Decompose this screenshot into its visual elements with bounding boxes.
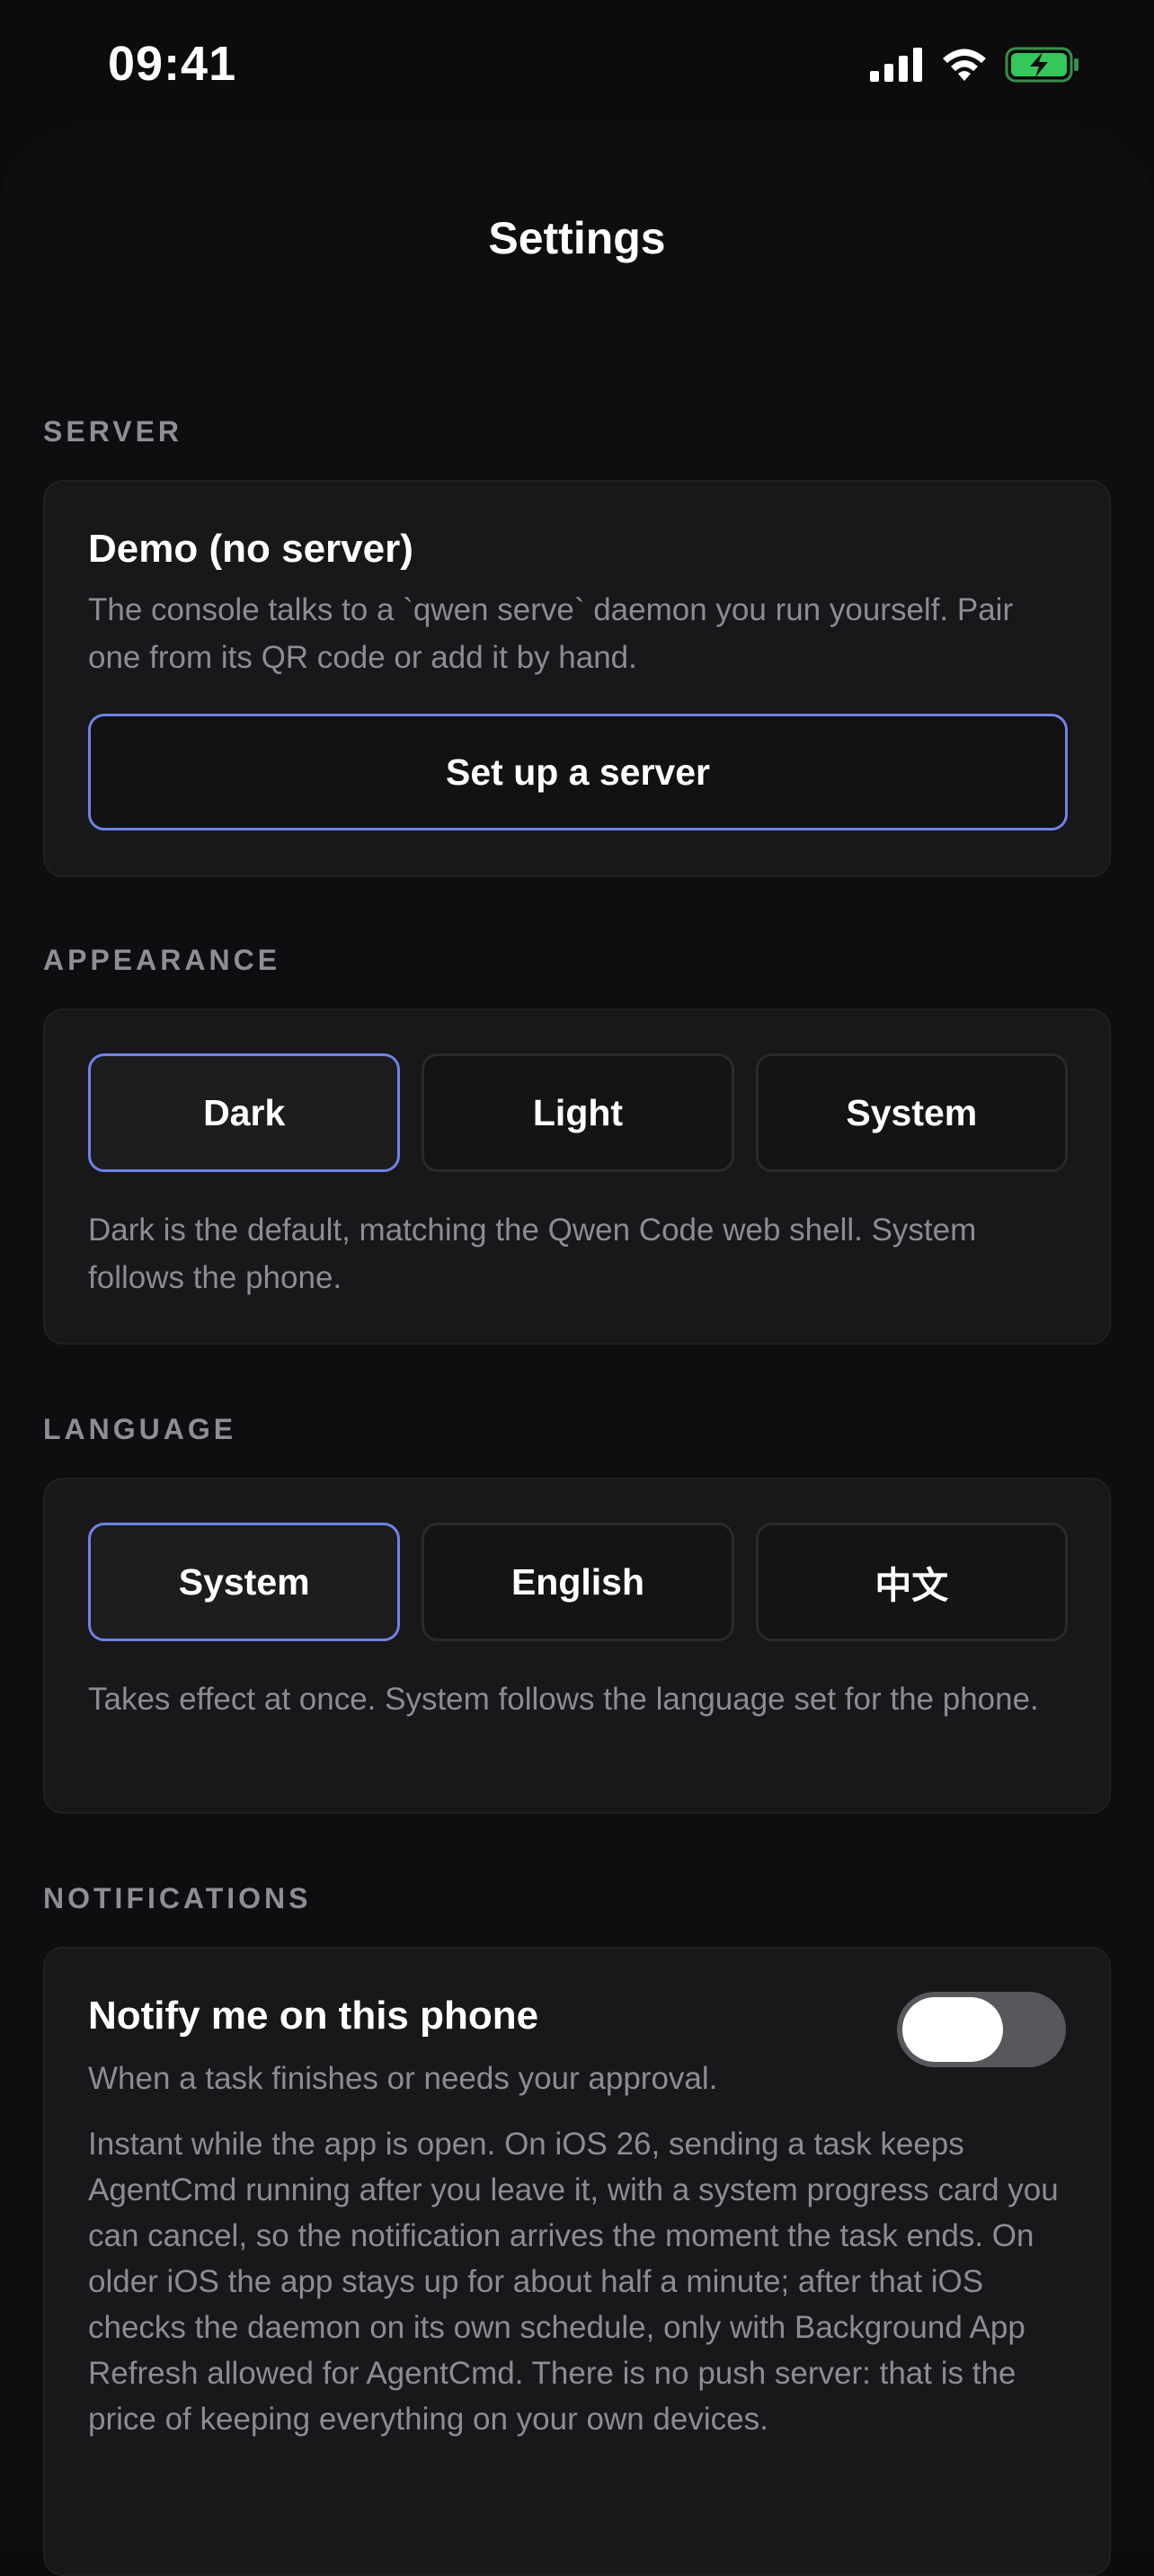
language-option-chinese[interactable]: 中文 <box>755 1523 1068 1641</box>
language-description: Takes effect at once. System follows the… <box>88 1682 1039 1717</box>
section-label-appearance: APPEARANCE <box>43 944 281 976</box>
server-description: The console talks to a `qwen serve` daem… <box>88 592 1014 675</box>
notifications-card: Notify me on this phone When a task fini… <box>43 1947 1111 2576</box>
appearance-description: Dark is the default, matching the Qwen C… <box>88 1212 977 1295</box>
battery-charging-icon <box>1005 47 1079 83</box>
appearance-option-light[interactable]: Light <box>422 1053 734 1172</box>
page-title: Settings <box>488 213 666 263</box>
set-up-server-button[interactable]: Set up a server <box>88 714 1068 831</box>
notify-toggle[interactable] <box>897 1992 1066 2067</box>
server-title: Demo (no server) <box>88 527 413 571</box>
status-icons <box>870 47 1080 83</box>
language-segmented-control: System English 中文 <box>88 1523 1068 1641</box>
language-option-system[interactable]: System <box>88 1523 401 1641</box>
status-time: 09:41 <box>108 37 237 91</box>
notify-toggle-knob <box>902 1997 1003 2062</box>
section-label-language: LANGUAGE <box>43 1413 237 1445</box>
section-label-notifications: NOTIFICATIONS <box>43 1882 312 1914</box>
language-card: System English 中文 Takes effect at once. … <box>43 1478 1111 1814</box>
appearance-option-dark[interactable]: Dark <box>88 1053 401 1172</box>
appearance-card: Dark Light System Dark is the default, m… <box>43 1008 1111 1345</box>
language-option-english[interactable]: English <box>422 1523 734 1641</box>
notifications-title: Notify me on this phone <box>88 1994 539 2038</box>
cellular-signal-icon <box>870 48 922 82</box>
appearance-segmented-control: Dark Light System <box>88 1053 1068 1172</box>
notifications-description: Instant while the app is open. On iOS 26… <box>88 2127 1059 2437</box>
server-card: Demo (no server) The console talks to a … <box>43 480 1111 877</box>
section-label-server: SERVER <box>43 415 183 448</box>
notifications-subtitle: When a task finishes or needs your appro… <box>88 2061 718 2096</box>
wifi-icon <box>943 49 986 81</box>
status-bar: 09:41 <box>0 0 1154 126</box>
appearance-option-system[interactable]: System <box>755 1053 1068 1172</box>
